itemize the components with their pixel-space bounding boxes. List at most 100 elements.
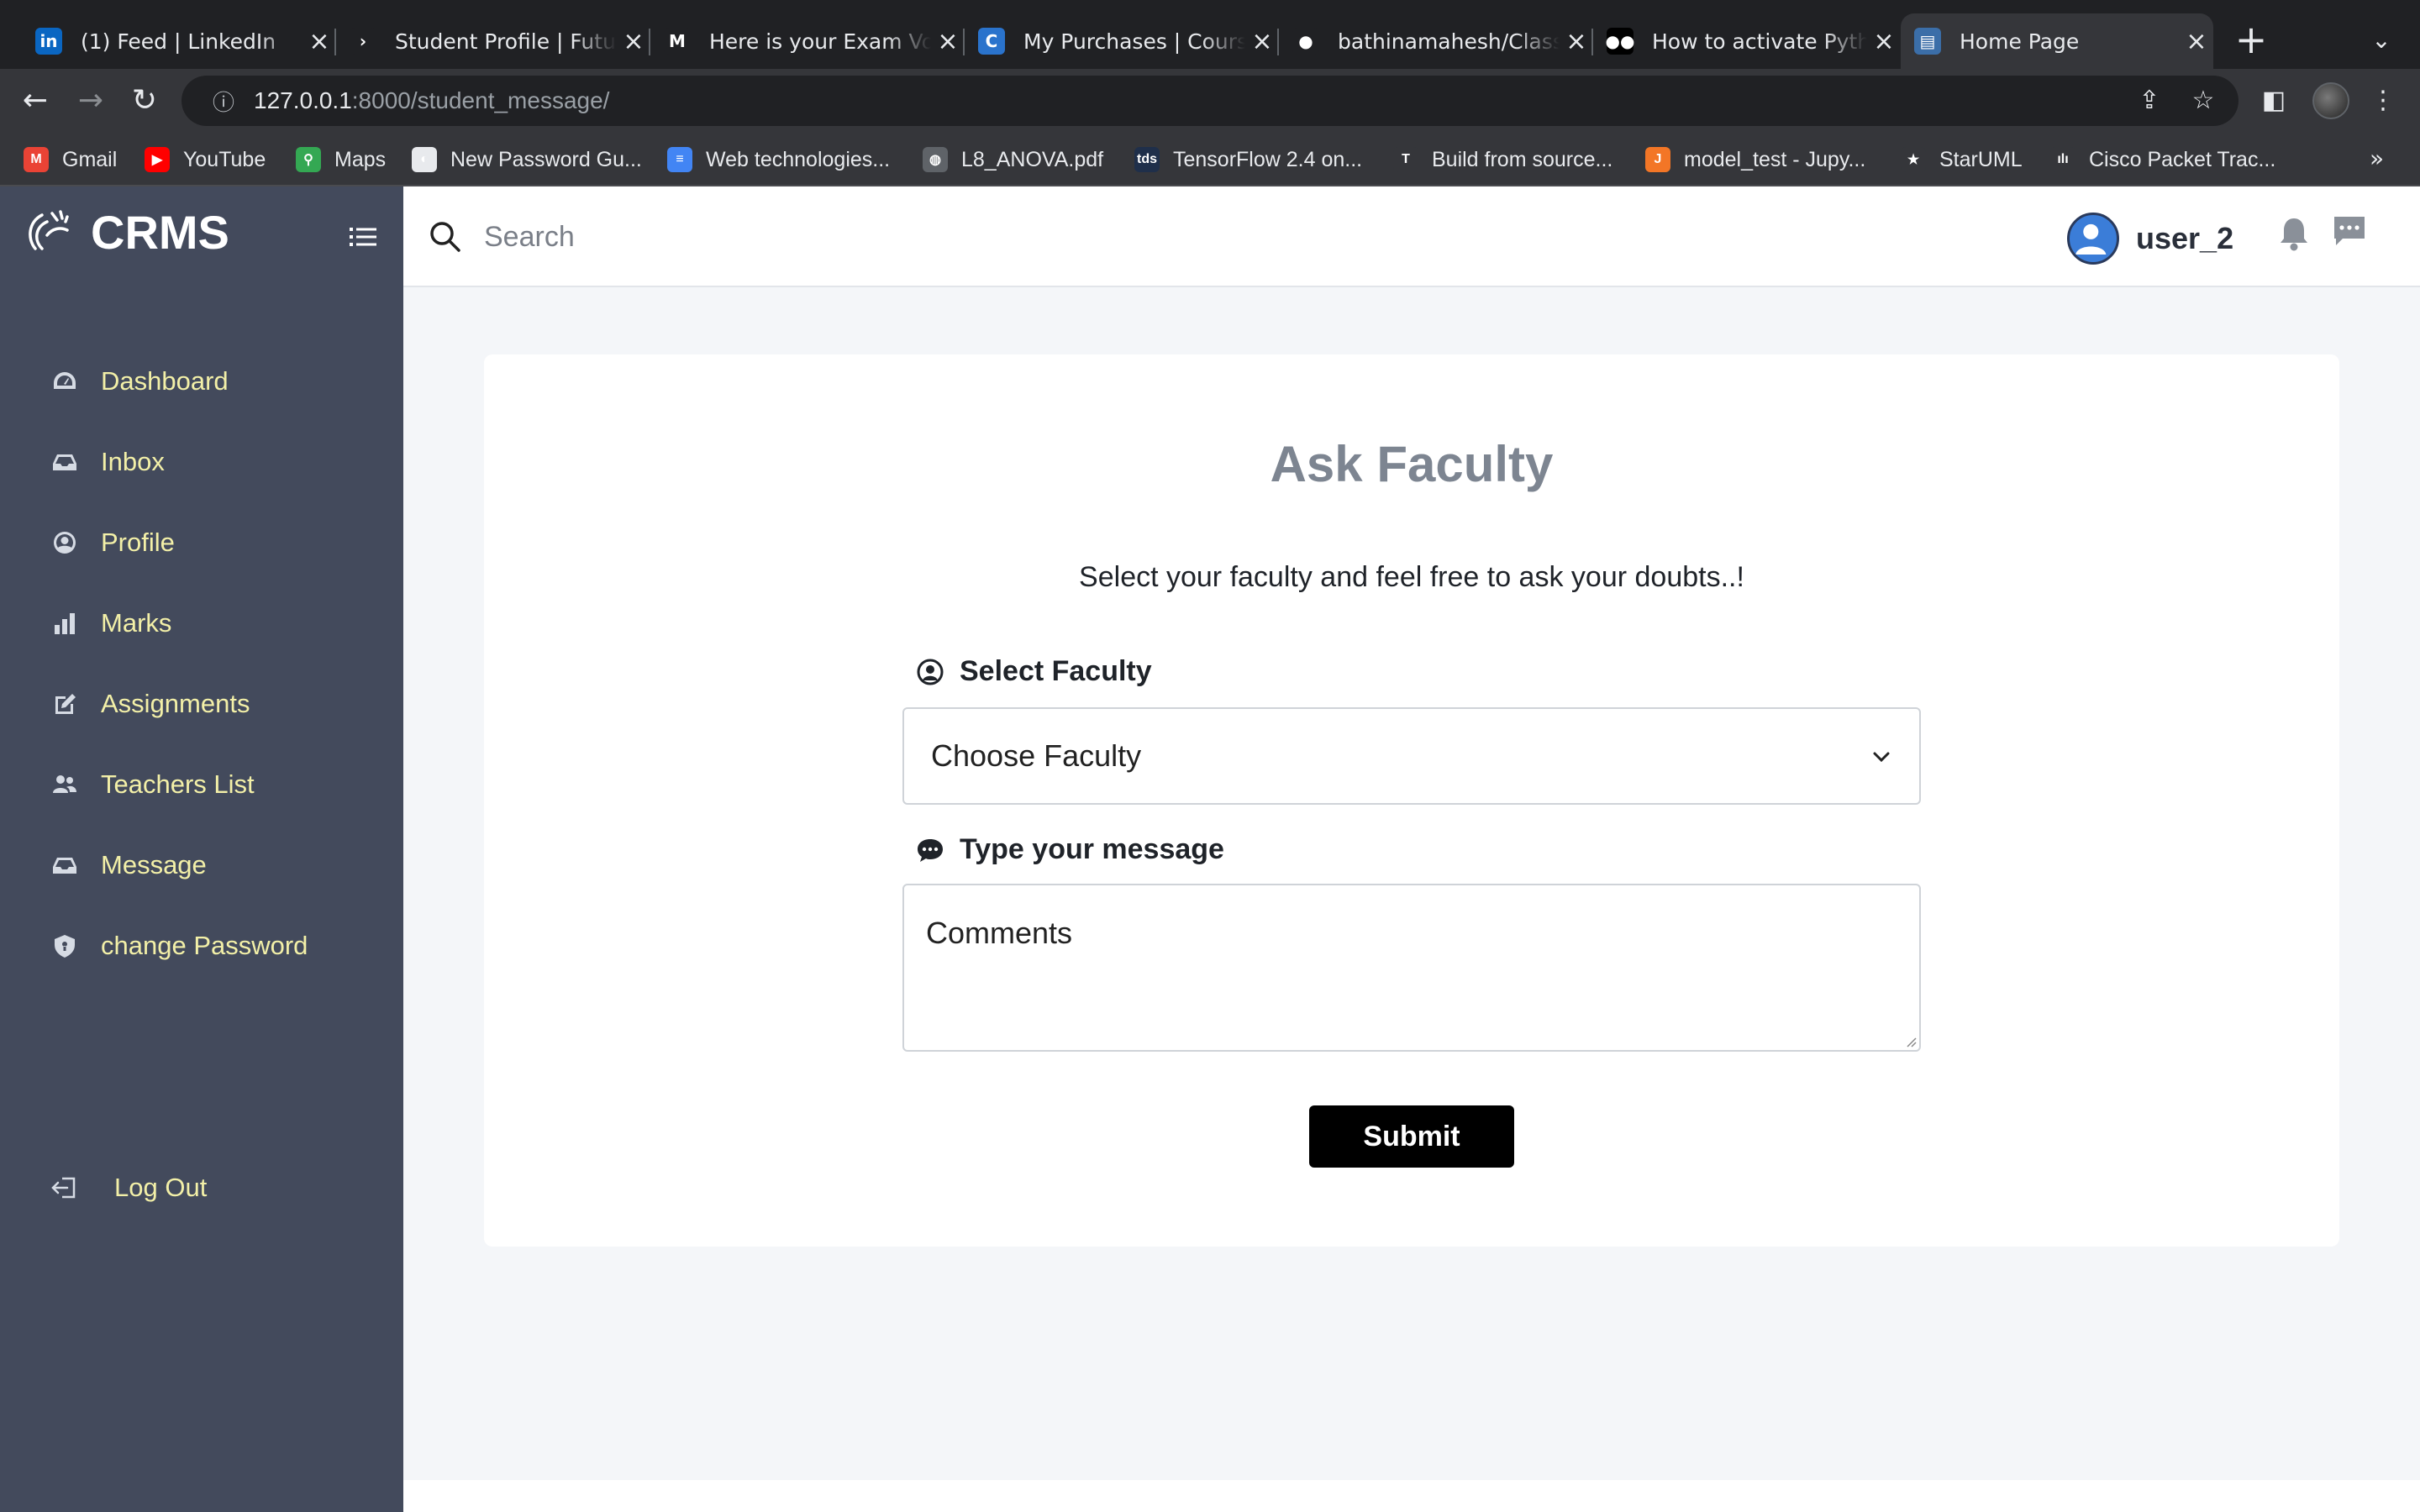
docs-icon: ≡ xyxy=(667,147,692,172)
kebab-menu-icon[interactable]: ⋮ xyxy=(2365,82,2402,119)
bookmark-label: TensorFlow 2.4 on... xyxy=(1173,147,1363,171)
bookmarks-overflow-icon[interactable]: » xyxy=(2370,144,2384,172)
cisco-icon: ılı xyxy=(2050,147,2075,172)
shield-icon xyxy=(50,932,79,960)
jupyter-icon: J xyxy=(1645,147,1670,172)
browser-toolbar: ← → ↻ ⓘ 127.0.0.1:8000/student_message/ … xyxy=(0,69,2420,133)
user-menu[interactable]: user_2 xyxy=(2067,212,2233,265)
site-info-icon[interactable]: ⓘ xyxy=(198,86,249,117)
bookmark-item[interactable]: Jmodel_test - Jupy... xyxy=(1645,144,1865,175)
user-circle-icon xyxy=(917,659,944,685)
sidebar-item-change-password[interactable]: change Password xyxy=(50,921,308,971)
share-icon[interactable]: ⇪ xyxy=(2133,84,2166,118)
bell-icon[interactable] xyxy=(2277,215,2311,252)
bookmark-label: L8_ANOVA.pdf xyxy=(961,147,1104,171)
browser-profile-avatar[interactable] xyxy=(2312,82,2349,119)
future-icon: › xyxy=(350,28,376,55)
browser-tab[interactable]: M Here is your Exam Vou × xyxy=(650,13,965,69)
side-panel-icon[interactable]: ◧ xyxy=(2255,82,2292,119)
maps-icon: ⚲ xyxy=(296,147,321,172)
bookmark-item[interactable]: ≡ Web technologies... xyxy=(667,144,890,175)
search-input[interactable] xyxy=(484,212,1240,262)
sidebar-item-label: Message xyxy=(101,850,207,879)
address-bar[interactable]: ⓘ 127.0.0.1:8000/student_message/ ⇪ ☆ xyxy=(182,76,2238,126)
chevron-down-icon xyxy=(1873,752,1890,763)
url-text: 127.0.0.1:8000/student_message/ xyxy=(254,87,609,114)
sidebar: CRMS Dashboard Inbox Profile Marks Assignmen… xyxy=(0,186,403,1512)
bookmark-item[interactable]: ılı Cisco Packet Trac... xyxy=(2050,144,2275,175)
page-title: Ask Faculty xyxy=(1270,436,1554,492)
back-arrow-icon[interactable]: ← xyxy=(17,82,54,119)
browser-tab-title: My Purchases | Cours xyxy=(1023,29,1245,54)
message-label-text: Type your message xyxy=(960,833,1224,865)
profile-icon xyxy=(50,528,79,557)
browser-tab[interactable]: ●● How to activate Pytho × xyxy=(1593,13,1901,69)
submit-button[interactable]: Submit xyxy=(1309,1105,1514,1168)
bookmark-label: Build from source... xyxy=(1432,147,1613,171)
bookmarks-bar: M Gmail ▶ YouTube ⚲ Maps ◐ New Password Gu... ≡ W… xyxy=(0,133,2420,186)
search-icon[interactable] xyxy=(427,218,464,255)
browser-tab-title: (1) Feed | LinkedIn xyxy=(81,29,276,54)
bookmark-item[interactable]: ★ StarUML xyxy=(1901,144,2023,175)
globe-icon: ◍ xyxy=(923,147,948,172)
sidebar-item-label: Profile xyxy=(101,528,175,557)
message-textarea[interactable] xyxy=(902,884,1921,1052)
sidebar-item-assignments[interactable]: Assignments xyxy=(50,679,250,729)
sidebar-item-label: Inbox xyxy=(101,447,165,476)
url-path: :8000/student_message/ xyxy=(351,87,610,113)
browser-tab[interactable]: ● bathinamahesh/Class × xyxy=(1279,13,1593,69)
close-tab-icon[interactable]: × xyxy=(2180,27,2213,56)
bookmark-star-icon[interactable]: ☆ xyxy=(2186,84,2220,118)
logout-link[interactable]: Log Out xyxy=(50,1163,207,1213)
linkedin-icon: in xyxy=(35,28,62,55)
bookmark-item[interactable]: T Build from source... xyxy=(1393,144,1612,175)
close-tab-icon[interactable]: × xyxy=(617,27,650,56)
chat-icon[interactable] xyxy=(2331,213,2368,250)
avatar xyxy=(2067,213,2119,265)
resize-handle-icon[interactable] xyxy=(1904,1035,1918,1048)
sidebar-item-inbox[interactable]: Inbox xyxy=(50,437,165,487)
bookmark-item[interactable]: ⚲ Maps xyxy=(296,144,386,175)
logout-icon xyxy=(51,1177,76,1199)
faculty-select-value: Choose Faculty xyxy=(931,738,1142,773)
list-menu-icon[interactable] xyxy=(348,222,378,252)
gmail-icon: M xyxy=(664,28,691,55)
bookmark-item[interactable]: ◍ L8_ANOVA.pdf xyxy=(923,144,1103,175)
github-icon: ● xyxy=(1292,28,1319,55)
tds-icon: tds xyxy=(1134,147,1160,172)
browser-tab[interactable]: › Student Profile | Future × xyxy=(336,13,650,69)
page-subtitle: Select your faculty and feel free to ask… xyxy=(1079,561,1744,593)
bookmark-item[interactable]: tds TensorFlow 2.4 on... xyxy=(1134,144,1362,175)
close-tab-icon[interactable]: × xyxy=(1867,27,1901,56)
password-icon: ◐ xyxy=(412,147,437,172)
sidebar-item-teachers-list[interactable]: Teachers List xyxy=(50,759,255,810)
reload-icon[interactable]: ↻ xyxy=(126,82,163,119)
sidebar-item-dashboard[interactable]: Dashboard xyxy=(50,356,229,407)
brand[interactable]: CRMS xyxy=(24,198,229,265)
close-tab-icon[interactable]: × xyxy=(302,27,336,56)
bookmark-item[interactable]: ▶ YouTube xyxy=(145,144,266,175)
bookmark-item[interactable]: M Gmail xyxy=(24,144,117,175)
bookmark-label: New Password Gu... xyxy=(450,147,642,171)
close-tab-icon[interactable]: × xyxy=(1245,27,1279,56)
ask-faculty-card: Ask Faculty Select your faculty and feel… xyxy=(484,354,2339,1247)
page-bottom-strip xyxy=(403,1480,2420,1512)
bookmark-label: Cisco Packet Trac... xyxy=(2089,147,2276,171)
sidebar-item-profile[interactable]: Profile xyxy=(50,517,175,568)
user-avatar-icon xyxy=(2075,223,2107,255)
close-tab-icon[interactable]: × xyxy=(1560,27,1593,56)
sidebar-item-label: change Password xyxy=(101,931,308,960)
dashboard-icon xyxy=(50,367,79,396)
sidebar-item-marks[interactable]: Marks xyxy=(50,598,171,648)
forward-arrow-icon[interactable]: → xyxy=(72,82,109,119)
browser-tab[interactable]: in (1) Feed | LinkedIn × xyxy=(22,13,336,69)
bookmark-item[interactable]: ◐ New Password Gu... xyxy=(412,144,642,175)
bookmark-label: YouTube xyxy=(183,147,266,171)
close-tab-icon[interactable]: × xyxy=(931,27,965,56)
browser-tab[interactable]: C My Purchases | Cours × xyxy=(965,13,1279,69)
new-tab-button[interactable]: + xyxy=(2230,18,2272,60)
tab-search-chevron-icon[interactable]: ⌄ xyxy=(2363,22,2400,59)
sidebar-item-message[interactable]: Message xyxy=(50,840,207,890)
bar-chart-icon xyxy=(50,609,79,638)
faculty-select[interactable]: Choose Faculty xyxy=(902,707,1921,805)
